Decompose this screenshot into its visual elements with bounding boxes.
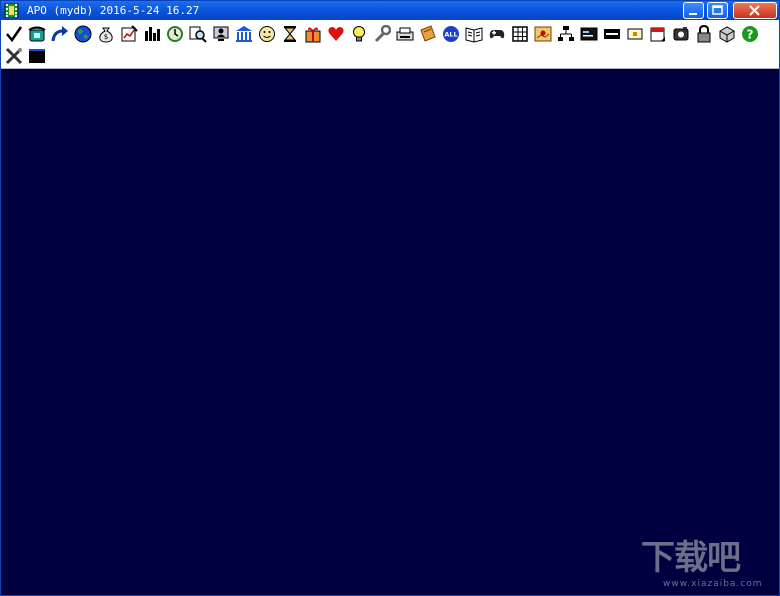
chart-edit-button[interactable]	[119, 24, 139, 44]
globe-icon	[74, 25, 92, 43]
clock-refresh-button[interactable]	[165, 24, 185, 44]
all-badge-label: ALL	[444, 31, 457, 39]
calendar-icon	[649, 25, 667, 43]
wrench-icon	[373, 25, 391, 43]
heart-button[interactable]	[326, 24, 346, 44]
close-button[interactable]	[733, 2, 777, 19]
app-window: APO (mydb) 2016-5-24 16.27 $ ALL ? 下载吧 w…	[0, 0, 780, 596]
person-monitor-icon	[212, 25, 230, 43]
watermark-url: www.xiazaiba.com	[663, 579, 763, 589]
toolbar: $ ALL ?	[1, 20, 779, 69]
terminal-button[interactable]	[27, 46, 47, 66]
globe-button[interactable]	[73, 24, 93, 44]
money-bag-button[interactable]: $	[96, 24, 116, 44]
money-bag-icon: $	[97, 25, 115, 43]
card-reader-icon	[580, 25, 598, 43]
grid-table-icon	[511, 25, 529, 43]
gamepad-icon	[488, 25, 506, 43]
hourglass-icon	[281, 25, 299, 43]
smiley-icon	[258, 25, 276, 43]
minimize-button[interactable]	[683, 2, 704, 19]
bar-chart-button[interactable]	[142, 24, 162, 44]
map-pin-icon	[534, 25, 552, 43]
map-pin-button[interactable]	[533, 24, 553, 44]
mail-label-icon	[626, 25, 644, 43]
watermark-logo: 下载吧	[641, 538, 741, 578]
find-record-button[interactable]	[188, 24, 208, 44]
gift-button[interactable]	[303, 24, 323, 44]
svg-text:?: ?	[747, 28, 754, 42]
bank-button[interactable]	[234, 24, 254, 44]
calendar-button[interactable]	[648, 24, 668, 44]
printer-card-icon	[396, 25, 414, 43]
id-card-icon	[603, 25, 621, 43]
package-box-icon	[718, 25, 736, 43]
find-record-icon	[189, 25, 207, 43]
sticky-note-button[interactable]	[418, 24, 438, 44]
help-icon: ?	[741, 25, 759, 43]
redo-arrow-button[interactable]	[50, 24, 70, 44]
wrench-button[interactable]	[372, 24, 392, 44]
title-bar[interactable]: APO (mydb) 2016-5-24 16.27	[1, 1, 779, 20]
heart-icon	[327, 25, 345, 43]
lightbulb-button[interactable]	[349, 24, 369, 44]
all-badge-button[interactable]: ALL	[441, 24, 461, 44]
open-book-button[interactable]	[464, 24, 484, 44]
lightbulb-icon	[350, 25, 368, 43]
open-book-icon	[465, 25, 483, 43]
chart-edit-icon	[120, 25, 138, 43]
bank-icon	[235, 25, 253, 43]
org-chart-icon	[557, 25, 575, 43]
person-monitor-button[interactable]	[211, 24, 231, 44]
window-title: APO (mydb) 2016-5-24 16.27	[27, 4, 200, 17]
telephone-icon	[28, 25, 46, 43]
all-badge-icon: ALL	[442, 25, 460, 43]
bar-chart-icon	[143, 25, 161, 43]
card-reader-button[interactable]	[579, 24, 599, 44]
terminal-icon	[28, 47, 46, 65]
mail-label-button[interactable]	[625, 24, 645, 44]
check-button[interactable]	[4, 24, 24, 44]
camera-button[interactable]	[671, 24, 691, 44]
lock-button[interactable]	[694, 24, 714, 44]
tools-icon	[5, 47, 23, 65]
printer-card-button[interactable]	[395, 24, 415, 44]
grid-table-button[interactable]	[510, 24, 530, 44]
check-icon	[5, 25, 23, 43]
clock-refresh-icon	[166, 25, 184, 43]
tools-button[interactable]	[4, 46, 24, 66]
main-workspace[interactable]	[1, 69, 779, 595]
smiley-button[interactable]	[257, 24, 277, 44]
gamepad-button[interactable]	[487, 24, 507, 44]
help-button[interactable]: ?	[740, 24, 760, 44]
redo-arrow-icon	[51, 25, 69, 43]
gift-icon	[304, 25, 322, 43]
maximize-button[interactable]	[707, 2, 728, 19]
watermark: 下载吧 www.xiazaiba.com	[641, 539, 773, 591]
svg-text:$: $	[104, 33, 108, 41]
sticky-note-icon	[419, 25, 437, 43]
app-film-icon[interactable]	[4, 2, 19, 19]
telephone-button[interactable]	[27, 24, 47, 44]
id-card-button[interactable]	[602, 24, 622, 44]
package-box-button[interactable]	[717, 24, 737, 44]
lock-icon	[695, 25, 713, 43]
hourglass-button[interactable]	[280, 24, 300, 44]
camera-icon	[672, 25, 690, 43]
org-chart-button[interactable]	[556, 24, 576, 44]
